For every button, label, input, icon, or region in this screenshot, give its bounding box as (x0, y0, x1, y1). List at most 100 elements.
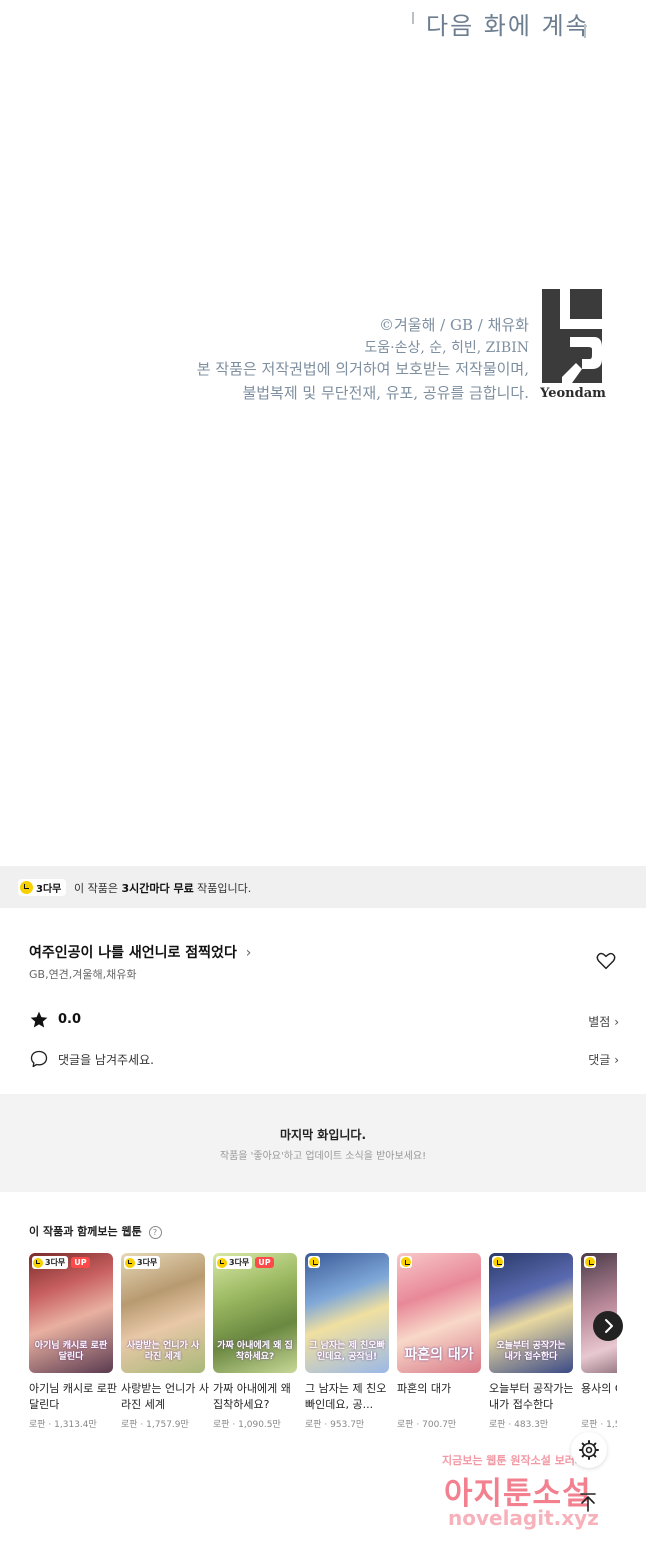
scroll-top-button[interactable] (575, 1489, 601, 1515)
badge-up: UP (71, 1257, 90, 1268)
recommend-views: 1,090.5만 (238, 1420, 281, 1430)
thumb-badges (308, 1256, 320, 1268)
thumb-badges: 3다무 UP (216, 1256, 274, 1269)
clock-icon (309, 1257, 319, 1267)
heart-icon[interactable] (595, 950, 617, 972)
work-title: 여주인공이 나를 새언니로 점찍었다 (29, 945, 237, 961)
recommend-genre: 로판 (305, 1420, 322, 1430)
free-banner-text: 이 작품은 3시간마다 무료 작품입니다. (74, 880, 251, 896)
recommend-meta: 로판 · 700.7만 (397, 1420, 457, 1430)
recommend-title: 사랑받는 언니가 사라진 세계 (121, 1382, 209, 1411)
badge-3damu: 3다무 (124, 1256, 161, 1269)
recommend-meta: 로판 · 1,090.5만 (213, 1420, 281, 1430)
thumb-badges (400, 1256, 412, 1268)
work-authors: GB,연견,겨울해,채유화 (29, 968, 137, 981)
recommend-heading: 이 작품과 함께보는 웹툰 ? (29, 1223, 162, 1239)
scroll-top-icon (580, 1493, 596, 1512)
thumb-badges: 3다무 UP (32, 1256, 90, 1269)
chevron-right-icon: › (245, 945, 252, 961)
credit-authors: ©겨울해 / GB / 채유화 (379, 316, 529, 334)
clock-icon (20, 881, 33, 894)
recommend-title: 그 남자는 제 친오빠인데요, 공... (305, 1382, 387, 1411)
recommend-views: 700.7만 (422, 1420, 457, 1430)
comment-link[interactable]: 댓글 › (588, 1051, 619, 1068)
recommend-thumbnail: 3다무 UP 아기님 캐시로 로판 달린다 (29, 1253, 113, 1373)
badge-3damu-label: 3다무 (45, 1258, 66, 1267)
recommend-genre: 로판 (581, 1420, 598, 1430)
credit-copyright-2: 불법복제 및 무단전재, 유포, 공유를 금합니다. (242, 384, 529, 402)
recommend-thumbnail: 그 남자는 제 친오빠인데요, 공작님! (305, 1253, 389, 1373)
publisher-logo (542, 289, 602, 383)
continue-right-bar (584, 24, 586, 38)
recommend-thumbnail: 3다무 UP 가짜 아내에게 왜 집착하세요? (213, 1253, 297, 1373)
thumbnail-caption: 오늘부터 공작가는 내가 접수한다 (496, 1341, 566, 1362)
free-text-bold: 3시간마다 무료 (121, 882, 194, 895)
free-text-suffix: 작품입니다. (193, 882, 252, 895)
thumbnail-caption: 그 남자는 제 친오빠인데요, 공작님! (309, 1341, 385, 1362)
recommend-genre: 로판 (489, 1420, 506, 1430)
recommend-views: 1,313.4만 (54, 1420, 97, 1430)
badge-clock (400, 1256, 412, 1268)
thumbnail-caption: 파혼의 대가 (404, 1347, 474, 1363)
recommend-thumbnail: 오늘부터 공작가는 내가 접수한다 (489, 1253, 573, 1373)
recommend-meta: 로판 · 1,757.9만 (121, 1420, 189, 1430)
continue-banner: 다음 화에 계속 (412, 6, 592, 40)
chevron-right-icon: › (614, 1015, 619, 1029)
clock-icon (125, 1257, 135, 1268)
badge-3damu-label: 3다무 (229, 1258, 250, 1267)
chevron-right-icon (605, 1319, 613, 1333)
clock-icon (585, 1257, 595, 1267)
thumb-badges (492, 1256, 504, 1268)
badge-clock (492, 1256, 504, 1268)
continue-text: 다음 화에 계속 (426, 12, 590, 40)
rating-link-label: 별점 (588, 1015, 611, 1029)
work-title-link[interactable]: 여주인공이 나를 새언니로 점찍었다 › (29, 942, 251, 962)
recommend-section: 이 작품과 함께보는 웹툰 ? 3다무 UP 아기님 캐시로 로판 달린다 아기… (0, 1194, 646, 1456)
publisher-logo-mark (542, 289, 602, 383)
recommend-meta: 로판 · 953.7만 (305, 1420, 365, 1430)
recommend-meta: 로판 · 483.3만 (489, 1420, 549, 1430)
free-text-prefix: 이 작품은 (74, 882, 122, 895)
clock-icon (217, 1257, 227, 1268)
badge-3damu: 3다무 (32, 1256, 69, 1269)
recommend-meta: 로판 · 1,313.4만 (29, 1420, 97, 1430)
thumbnail-caption: 아기님 캐시로 로판 달린다 (34, 1341, 108, 1362)
clock-icon (401, 1257, 411, 1267)
comment-icon (30, 1050, 48, 1068)
recommend-heading-text: 이 작품과 함께보는 웹툰 (29, 1225, 142, 1238)
recommend-title: 오늘부터 공작가는 내가 접수한다 (489, 1382, 574, 1411)
recommend-thumbnail: 3다무 사랑받는 언니가 사라진 세계 (121, 1253, 205, 1373)
help-icon[interactable]: ? (148, 1225, 162, 1239)
rating-row[interactable]: 0.0 별점 › (29, 1010, 619, 1032)
settings-button[interactable] (571, 1432, 607, 1468)
thumbnail-caption: 가짜 아내에게 왜 집착하세요? (217, 1341, 293, 1362)
credit-copyright-1: 본 작품은 저작권법에 의거하여 보호받는 저작물이며, (196, 360, 529, 378)
recommend-title: 파혼의 대가 (397, 1382, 452, 1395)
recommend-title: 용사의 C 되겠습니 (581, 1382, 617, 1395)
publisher-logo-text: Yeondam (540, 386, 606, 401)
star-icon (30, 1011, 48, 1028)
last-episode-notice: 마지막 화입니다. 작품을 '좋아요'하고 업데이트 소식을 받아보세요! (0, 1094, 646, 1192)
recommend-views: 1,757.9만 (146, 1420, 189, 1430)
recommend-genre: 로판 (121, 1420, 138, 1430)
recommend-genre: 로판 (397, 1420, 414, 1430)
last-episode-title: 마지막 화입니다. (279, 1128, 367, 1142)
thumb-badges (584, 1256, 596, 1268)
recommend-title: 가짜 아내에게 왜 집착하세요? (213, 1382, 291, 1411)
rating-link[interactable]: 별점 › (588, 1013, 619, 1030)
last-episode-subtitle: 작품을 '좋아요'하고 업데이트 소식을 받아보세요! (219, 1151, 427, 1162)
comment-placeholder: 댓글을 남겨주세요. (58, 1053, 154, 1067)
badge-3damu-label: 3다무 (137, 1258, 158, 1267)
continue-left-bar (412, 12, 414, 24)
comment-row[interactable]: 댓글을 남겨주세요. 댓글 › (29, 1048, 619, 1070)
thumbnail-caption: 사랑받는 언니가 사라진 세계 (126, 1341, 200, 1362)
carousel-next-button[interactable] (593, 1311, 623, 1341)
recommend-list: 3다무 UP 아기님 캐시로 로판 달린다 아기님 캐시로 로판 달린다 로판 … (29, 1253, 617, 1443)
badge-3damu: 3다무 (216, 1256, 253, 1269)
chevron-right-icon: › (614, 1053, 619, 1067)
recommend-views: 483.3만 (514, 1420, 549, 1430)
badge-clock (308, 1256, 320, 1268)
recommend-genre: 로판 (29, 1420, 46, 1430)
rating-value: 0.0 (58, 1012, 82, 1027)
credit-assist: 도움·손상, 순, 히빈, ZIBIN (364, 340, 529, 356)
